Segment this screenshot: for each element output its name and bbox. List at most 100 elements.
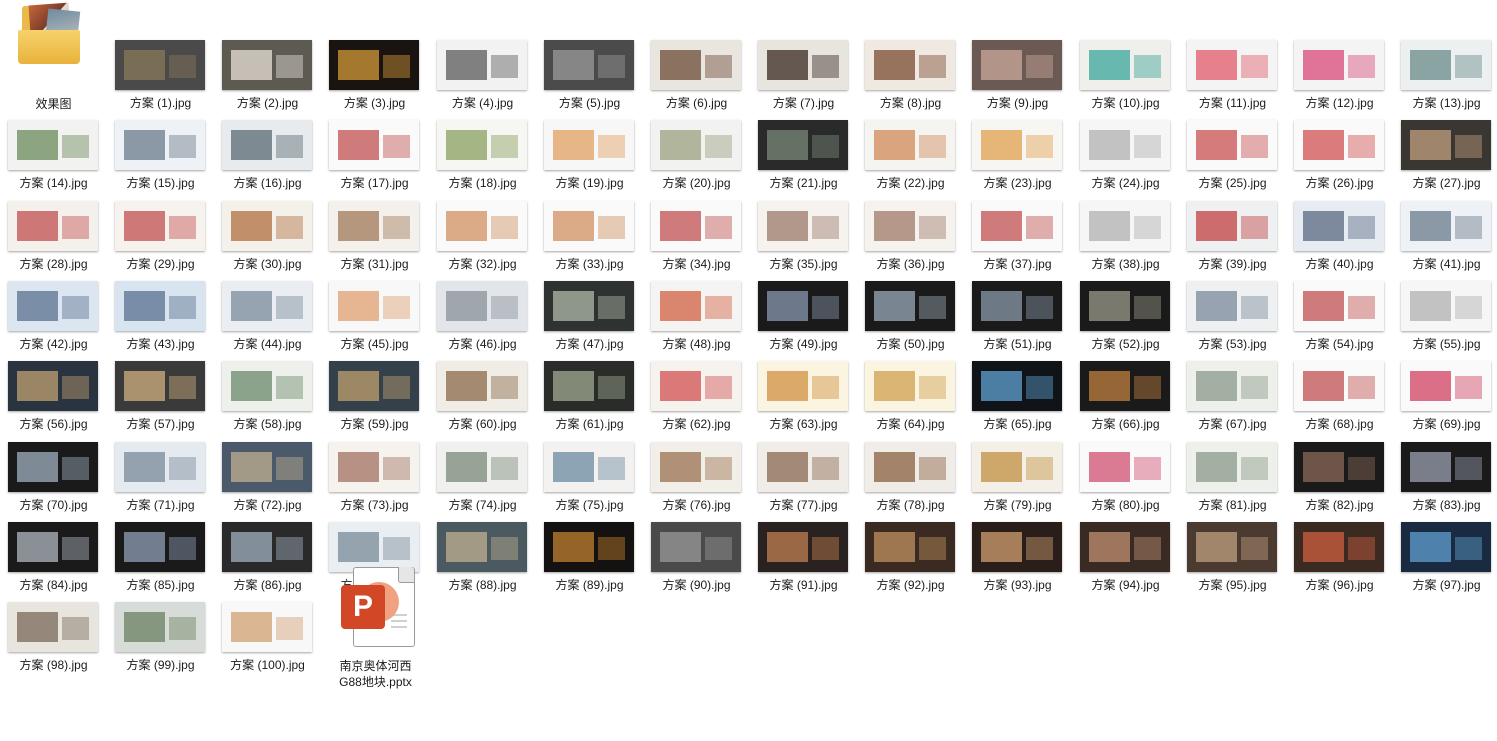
file-item[interactable]: 方案 (93).jpg — [964, 522, 1071, 602]
file-item[interactable]: 方案 (72).jpg — [214, 442, 321, 522]
file-item[interactable]: 方案 (69).jpg — [1393, 361, 1497, 441]
file-item[interactable]: 方案 (64).jpg — [857, 361, 964, 441]
file-item[interactable]: 方案 (51).jpg — [964, 281, 1071, 361]
file-item[interactable]: 方案 (55).jpg — [1393, 281, 1497, 361]
file-item[interactable]: 方案 (27).jpg — [1393, 120, 1497, 200]
file-item[interactable]: 方案 (97).jpg — [1393, 522, 1497, 602]
file-item[interactable]: 方案 (74).jpg — [429, 442, 536, 522]
file-item[interactable]: 方案 (65).jpg — [964, 361, 1071, 441]
file-item[interactable]: 方案 (58).jpg — [214, 361, 321, 441]
file-item[interactable]: 方案 (79).jpg — [964, 442, 1071, 522]
file-item[interactable]: 方案 (88).jpg — [429, 522, 536, 602]
file-item[interactable]: 方案 (86).jpg — [214, 522, 321, 602]
file-item[interactable]: 方案 (90).jpg — [643, 522, 750, 602]
file-item[interactable]: 方案 (39).jpg — [1179, 201, 1286, 281]
file-item[interactable]: 方案 (42).jpg — [0, 281, 107, 361]
file-item[interactable]: 方案 (84).jpg — [0, 522, 107, 602]
file-item[interactable]: 方案 (15).jpg — [107, 120, 214, 200]
file-item[interactable]: 方案 (4).jpg — [429, 40, 536, 120]
file-item[interactable]: 方案 (22).jpg — [857, 120, 964, 200]
file-item[interactable]: 方案 (92).jpg — [857, 522, 964, 602]
file-item[interactable]: 方案 (81).jpg — [1179, 442, 1286, 522]
file-item[interactable]: 方案 (94).jpg — [1072, 522, 1179, 602]
file-item[interactable]: 方案 (23).jpg — [964, 120, 1071, 200]
file-item[interactable]: 方案 (52).jpg — [1072, 281, 1179, 361]
file-item[interactable]: 方案 (16).jpg — [214, 120, 321, 200]
file-item[interactable]: 方案 (46).jpg — [429, 281, 536, 361]
file-item[interactable]: 方案 (29).jpg — [107, 201, 214, 281]
file-item[interactable]: 方案 (66).jpg — [1072, 361, 1179, 441]
file-item[interactable]: 方案 (48).jpg — [643, 281, 750, 361]
file-item[interactable]: 方案 (85).jpg — [107, 522, 214, 602]
file-item[interactable]: 方案 (28).jpg — [0, 201, 107, 281]
file-item[interactable]: 方案 (83).jpg — [1393, 442, 1497, 522]
file-item[interactable]: 方案 (56).jpg — [0, 361, 107, 441]
file-item[interactable]: 方案 (91).jpg — [750, 522, 857, 602]
file-item[interactable]: 方案 (95).jpg — [1179, 522, 1286, 602]
file-item[interactable]: 方案 (78).jpg — [857, 442, 964, 522]
file-item[interactable]: 方案 (38).jpg — [1072, 201, 1179, 281]
file-item[interactable]: 方案 (14).jpg — [0, 120, 107, 200]
file-item[interactable]: 方案 (60).jpg — [429, 361, 536, 441]
file-item[interactable]: 方案 (77).jpg — [750, 442, 857, 522]
file-item[interactable]: 方案 (76).jpg — [643, 442, 750, 522]
file-item[interactable]: 方案 (50).jpg — [857, 281, 964, 361]
file-item[interactable]: 方案 (3).jpg — [321, 40, 428, 120]
file-item[interactable]: 方案 (70).jpg — [0, 442, 107, 522]
file-item[interactable]: 方案 (41).jpg — [1393, 201, 1497, 281]
file-item[interactable]: 方案 (67).jpg — [1179, 361, 1286, 441]
file-item[interactable]: 方案 (59).jpg — [321, 361, 428, 441]
file-item[interactable]: 方案 (63).jpg — [750, 361, 857, 441]
file-item[interactable]: 方案 (11).jpg — [1179, 40, 1286, 120]
file-item[interactable]: 方案 (26).jpg — [1286, 120, 1393, 200]
file-item[interactable]: 方案 (6).jpg — [643, 40, 750, 120]
file-item[interactable]: 方案 (5).jpg — [536, 40, 643, 120]
file-item[interactable]: 方案 (89).jpg — [536, 522, 643, 602]
file-item[interactable]: 方案 (20).jpg — [643, 120, 750, 200]
file-item[interactable]: 方案 (75).jpg — [536, 442, 643, 522]
file-item[interactable]: 方案 (12).jpg — [1286, 40, 1393, 120]
file-item[interactable]: 方案 (40).jpg — [1286, 201, 1393, 281]
file-item[interactable]: 方案 (1).jpg — [107, 40, 214, 120]
file-item[interactable]: 方案 (13).jpg — [1393, 40, 1497, 120]
file-item[interactable]: 方案 (47).jpg — [536, 281, 643, 361]
file-item[interactable]: 方案 (36).jpg — [857, 201, 964, 281]
file-item[interactable]: 方案 (34).jpg — [643, 201, 750, 281]
file-item[interactable]: 方案 (25).jpg — [1179, 120, 1286, 200]
file-item[interactable]: 方案 (57).jpg — [107, 361, 214, 441]
file-item[interactable]: 方案 (32).jpg — [429, 201, 536, 281]
file-item[interactable]: 方案 (49).jpg — [750, 281, 857, 361]
file-item[interactable]: 方案 (68).jpg — [1286, 361, 1393, 441]
file-item[interactable]: 方案 (30).jpg — [214, 201, 321, 281]
file-item[interactable]: 方案 (54).jpg — [1286, 281, 1393, 361]
file-item[interactable]: 方案 (24).jpg — [1072, 120, 1179, 200]
file-item[interactable]: 方案 (73).jpg — [321, 442, 428, 522]
folder-item[interactable]: 效果图 — [0, 2, 107, 111]
file-item[interactable]: 方案 (96).jpg — [1286, 522, 1393, 602]
file-item[interactable]: 方案 (2).jpg — [214, 40, 321, 120]
file-item[interactable]: 方案 (61).jpg — [536, 361, 643, 441]
file-item[interactable]: 方案 (31).jpg — [321, 201, 428, 281]
pptx-file-item[interactable]: P 南京奥体河西G88地块.pptx — [321, 567, 428, 689]
file-item[interactable]: 方案 (10).jpg — [1072, 40, 1179, 120]
file-item[interactable]: 方案 (53).jpg — [1179, 281, 1286, 361]
file-item[interactable]: 方案 (19).jpg — [536, 120, 643, 200]
file-item[interactable]: 方案 (21).jpg — [750, 120, 857, 200]
file-item[interactable]: 方案 (18).jpg — [429, 120, 536, 200]
file-item[interactable]: 方案 (35).jpg — [750, 201, 857, 281]
file-item[interactable]: 方案 (82).jpg — [1286, 442, 1393, 522]
file-item[interactable]: 方案 (99).jpg — [107, 602, 214, 682]
file-item[interactable]: 方案 (8).jpg — [857, 40, 964, 120]
file-item[interactable]: 方案 (44).jpg — [214, 281, 321, 361]
file-item[interactable]: 方案 (62).jpg — [643, 361, 750, 441]
file-item[interactable]: 方案 (80).jpg — [1072, 442, 1179, 522]
file-item[interactable]: 方案 (71).jpg — [107, 442, 214, 522]
file-item[interactable]: 方案 (43).jpg — [107, 281, 214, 361]
file-item[interactable]: 方案 (98).jpg — [0, 602, 107, 682]
file-item[interactable]: 方案 (9).jpg — [964, 40, 1071, 120]
file-item[interactable]: 方案 (17).jpg — [321, 120, 428, 200]
file-item[interactable]: 方案 (33).jpg — [536, 201, 643, 281]
file-item[interactable]: 方案 (45).jpg — [321, 281, 428, 361]
file-item[interactable]: 方案 (100).jpg — [214, 602, 321, 682]
file-item[interactable]: 方案 (37).jpg — [964, 201, 1071, 281]
